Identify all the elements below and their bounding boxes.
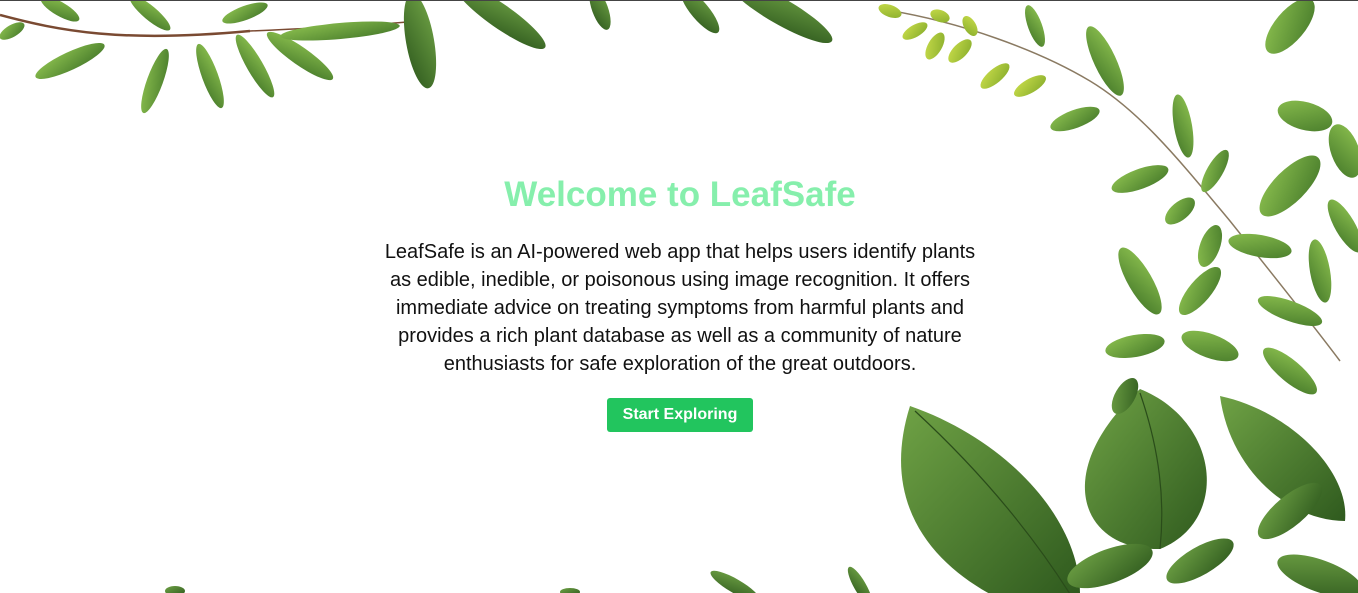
app-description: LeafSafe is an AI-powered web app that h… bbox=[384, 241, 976, 375]
page-title: Welcome to LeafSafe bbox=[504, 175, 856, 214]
hero-content: Welcome to LeafSafe LeafSafe is an AI-po… bbox=[370, 173, 990, 432]
start-exploring-button[interactable]: Start Exploring bbox=[606, 398, 754, 432]
hero-section: Welcome to LeafSafe LeafSafe is an AI-po… bbox=[0, 0, 1358, 593]
